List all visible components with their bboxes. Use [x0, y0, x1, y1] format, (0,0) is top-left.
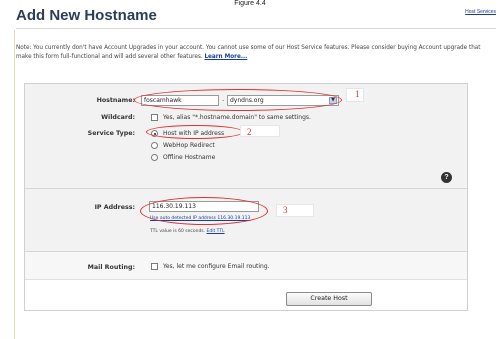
figure-caption: Figure 4.4 [234, 0, 266, 7]
annotation-number-3: 3 [283, 205, 288, 215]
annotation-ellipse-2 [146, 125, 244, 139]
learn-more-link[interactable]: Learn More... [204, 54, 247, 60]
hostname-label: Hostname: [96, 97, 135, 104]
note-text: Note: You currently don't have Account U… [16, 45, 481, 60]
host-services-link[interactable]: Host Services [465, 9, 496, 15]
wildcard-label: Wildcard: [101, 114, 135, 121]
ttl-text: TTL value is 60 seconds. [150, 229, 207, 234]
radio-offline-hostname-label: Offline Hostname [163, 154, 216, 161]
help-icon[interactable]: ? [441, 172, 452, 183]
annotation-box-2 [240, 125, 280, 137]
edit-ttl-link[interactable]: Edit TTL [207, 229, 225, 234]
mail-routing-text: Yes, let me configure Email routing. [163, 263, 270, 270]
title-divider [16, 28, 496, 29]
wildcard-checkbox[interactable] [151, 114, 158, 121]
account-note: Note: You currently don't have Account U… [16, 44, 486, 62]
annotation-box-3 [276, 204, 314, 217]
radio-webhop-redirect[interactable] [151, 142, 158, 149]
radio-webhop-redirect-label: WebHop Redirect [163, 142, 215, 149]
create-host-button[interactable]: Create Host [286, 292, 372, 306]
mail-routing-checkbox[interactable] [151, 263, 158, 270]
left-border [14, 30, 15, 339]
radio-offline-hostname[interactable] [151, 154, 158, 161]
add-hostname-form: Hostname: foscamhawk . dyndns.org ▼ Wild… [24, 83, 468, 311]
annotation-ellipse-1 [134, 89, 342, 111]
annotation-number-1: 1 [355, 89, 360, 99]
service-type-label: Service Type: [87, 130, 135, 137]
annotation-number-2: 2 [247, 127, 252, 137]
mail-routing-label: Mail Routing: [87, 264, 135, 271]
page-title: Add New Hostname [16, 7, 157, 24]
annotation-ellipse-3 [140, 197, 268, 225]
ip-address-label: IP Address: [94, 204, 135, 211]
wildcard-text: Yes, alias "*.hostname.domain" to same s… [163, 114, 311, 121]
ttl-info: TTL value is 60 seconds. Edit TTL [150, 229, 225, 234]
